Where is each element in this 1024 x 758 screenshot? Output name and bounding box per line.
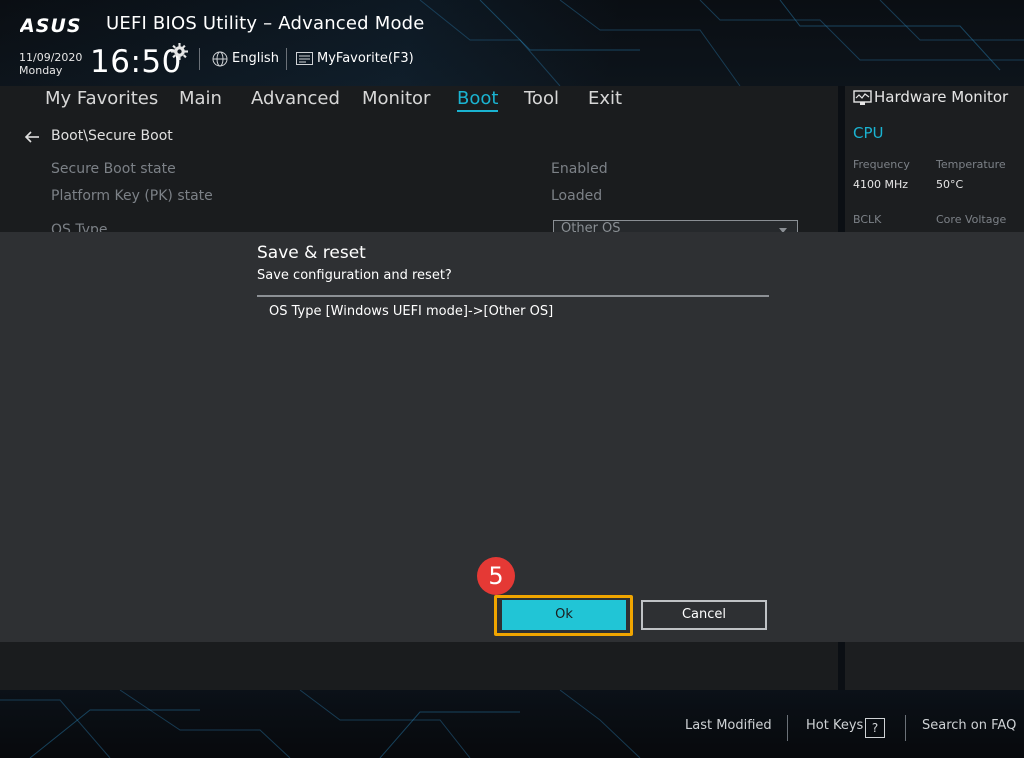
- cancel-button[interactable]: Cancel: [641, 600, 767, 630]
- dialog-title: Save & reset: [257, 243, 366, 263]
- tab-exit[interactable]: Exit: [588, 88, 622, 110]
- dialog-divider: [257, 295, 769, 297]
- monitor-icon: [853, 90, 872, 105]
- dialog-change-item: OS Type [Windows UEFI mode]->[Other OS]: [269, 304, 554, 319]
- favorite-icon[interactable]: [296, 51, 313, 65]
- frequency-label: Frequency: [853, 158, 910, 171]
- core-voltage-label: Core Voltage: [936, 213, 1007, 226]
- platform-key-state-value: Loaded: [551, 188, 603, 204]
- os-type-label: OS Type: [51, 222, 108, 232]
- temperature-label: Temperature: [936, 158, 1006, 171]
- tab-main[interactable]: Main: [179, 88, 222, 110]
- step-number-badge: 5: [477, 557, 515, 595]
- tab-boot[interactable]: Boot: [457, 88, 499, 112]
- frequency-value: 4100 MHz: [853, 178, 909, 191]
- footer-separator: [905, 715, 906, 741]
- hardware-monitor-title: Hardware Monitor: [874, 88, 1009, 106]
- bclk-label: BCLK: [853, 213, 882, 226]
- save-reset-dialog: Save & reset Save configuration and rese…: [0, 232, 1024, 642]
- app-title: UEFI BIOS Utility – Advanced Mode: [106, 13, 425, 34]
- ok-button[interactable]: Ok: [502, 600, 626, 630]
- help-icon[interactable]: ?: [865, 718, 885, 738]
- menu-tabs: My Favorites Main Advanced Monitor Boot …: [0, 86, 838, 114]
- language-selector[interactable]: English: [232, 51, 279, 66]
- header-separator: [199, 48, 200, 70]
- footer-separator: [787, 715, 788, 741]
- hot-keys-link[interactable]: Hot Keys: [806, 718, 863, 733]
- header-separator: [286, 48, 287, 70]
- svg-text:ASUS: ASUS: [20, 15, 82, 36]
- secure-boot-state-label: Secure Boot state: [51, 161, 176, 177]
- asus-logo: ASUS: [20, 15, 82, 36]
- clock: 16:50: [90, 44, 182, 80]
- gear-icon[interactable]: [171, 43, 188, 60]
- temperature-value: 50°C: [936, 178, 964, 191]
- tab-my-favorites[interactable]: My Favorites: [45, 88, 158, 110]
- my-favorite-shortcut[interactable]: MyFavorite(F3): [317, 51, 414, 66]
- date: 11/09/2020: [19, 51, 83, 64]
- search-faq-link[interactable]: Search on FAQ: [922, 718, 1016, 733]
- back-arrow-icon[interactable]: [24, 130, 40, 144]
- secure-boot-state-value: Enabled: [551, 161, 608, 177]
- platform-key-state-label: Platform Key (PK) state: [51, 188, 213, 204]
- tab-monitor[interactable]: Monitor: [362, 88, 430, 110]
- last-modified-link[interactable]: Last Modified: [685, 718, 772, 733]
- tab-advanced[interactable]: Advanced: [251, 88, 340, 110]
- weekday: Monday: [19, 64, 63, 77]
- cpu-section-title: CPU: [853, 124, 884, 142]
- bios-screen: ASUS UEFI BIOS Utility – Advanced Mode 1…: [0, 0, 1024, 758]
- globe-icon[interactable]: [212, 51, 228, 67]
- breadcrumb: Boot\Secure Boot: [51, 128, 173, 144]
- dialog-subtitle: Save configuration and reset?: [257, 268, 452, 283]
- tab-tool[interactable]: Tool: [524, 88, 559, 110]
